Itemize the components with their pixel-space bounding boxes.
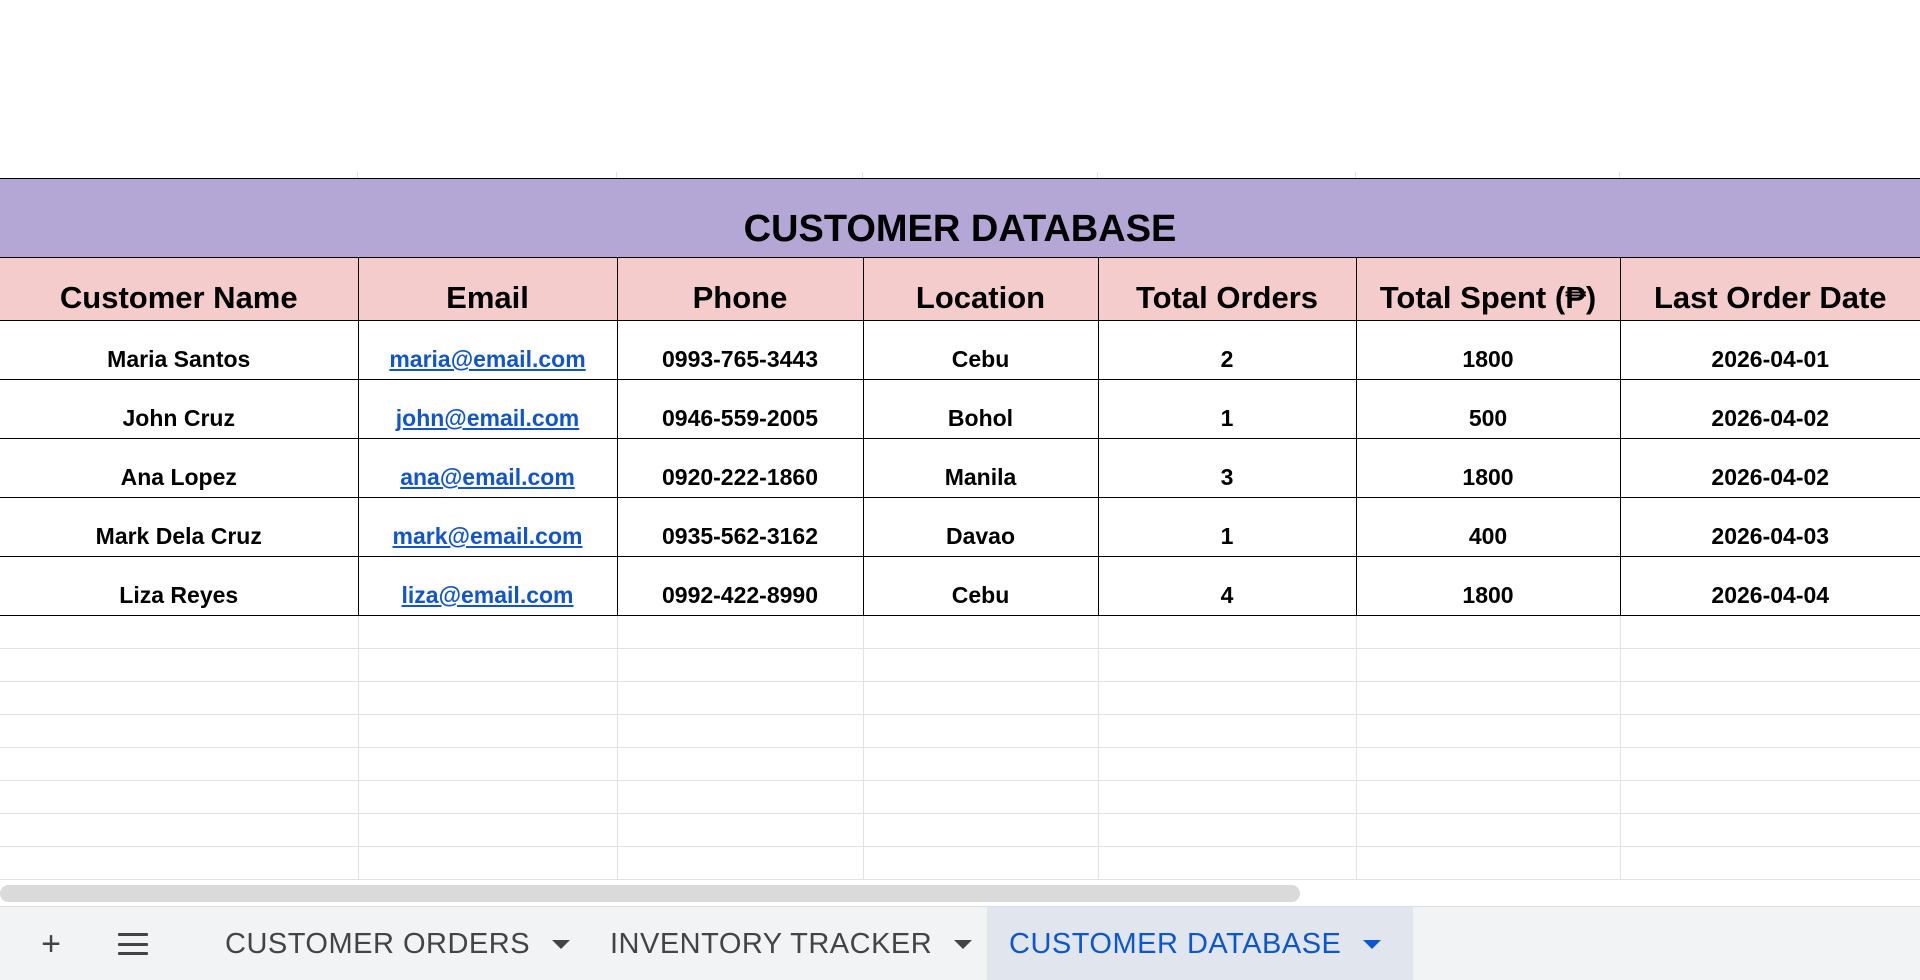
empty-row [0, 714, 1920, 748]
cell-total-spent[interactable]: 500 [1356, 379, 1621, 439]
plus-icon: + [41, 924, 61, 963]
table-row: John Cruz john@email.com 0946-559-2005 B… [0, 379, 1920, 439]
cell-phone[interactable]: 0920-222-1860 [617, 438, 864, 498]
horizontal-scrollbar[interactable] [0, 880, 1920, 906]
cell-phone[interactable]: 0946-559-2005 [617, 379, 864, 439]
header-phone[interactable]: Phone [617, 257, 864, 321]
header-total-orders[interactable]: Total Orders [1098, 257, 1357, 321]
add-sheet-button[interactable]: + [21, 907, 81, 980]
header-row: Customer Name Email Phone Location Total… [0, 257, 1920, 321]
tab-label: INVENTORY TRACKER [610, 927, 933, 960]
cell-total-spent[interactable]: 1800 [1356, 556, 1621, 616]
empty-row [0, 846, 1920, 880]
header-last-order-date[interactable]: Last Order Date [1620, 257, 1920, 321]
cell-phone[interactable]: 0992-422-8990 [617, 556, 864, 616]
all-sheets-button[interactable] [103, 907, 163, 980]
tab-customer-database[interactable]: CUSTOMER DATABASE [987, 907, 1413, 980]
cell-location[interactable]: Manila [863, 438, 1099, 498]
cell-total-orders[interactable]: 4 [1098, 556, 1357, 616]
cell-phone[interactable]: 0935-562-3162 [617, 497, 864, 557]
table-row: Ana Lopez ana@email.com 0920-222-1860 Ma… [0, 438, 1920, 498]
cell-customer-name[interactable]: Mark Dela Cruz [0, 497, 359, 557]
cell-total-orders[interactable]: 1 [1098, 497, 1357, 557]
table-row: Maria Santos maria@email.com 0993-765-34… [0, 320, 1920, 380]
cell-email[interactable]: ana@email.com [358, 438, 618, 498]
email-link[interactable]: liza@email.com [402, 582, 574, 608]
email-link[interactable]: ana@email.com [400, 464, 575, 490]
cell-total-orders[interactable]: 3 [1098, 438, 1357, 498]
table-row: Mark Dela Cruz mark@email.com 0935-562-3… [0, 497, 1920, 557]
sheet-title[interactable]: CUSTOMER DATABASE [0, 178, 1920, 258]
header-location[interactable]: Location [863, 257, 1099, 321]
cell-phone[interactable]: 0993-765-3443 [617, 320, 864, 380]
header-customer-name[interactable]: Customer Name [0, 257, 359, 321]
empty-row [0, 681, 1920, 715]
caret-down-icon[interactable] [954, 939, 973, 949]
empty-row [0, 615, 1920, 649]
cell-location[interactable]: Cebu [863, 556, 1099, 616]
cell-location[interactable]: Davao [863, 497, 1099, 557]
empty-grid-area[interactable] [0, 0, 1920, 178]
caret-down-icon[interactable] [1363, 939, 1382, 949]
cell-last-order-date[interactable]: 2026-04-02 [1620, 379, 1920, 439]
cell-location[interactable]: Bohol [863, 379, 1099, 439]
cell-customer-name[interactable]: John Cruz [0, 379, 359, 439]
cell-email[interactable]: john@email.com [358, 379, 618, 439]
cell-total-orders[interactable]: 2 [1098, 320, 1357, 380]
caret-down-icon[interactable] [552, 939, 571, 949]
cell-customer-name[interactable]: Maria Santos [0, 320, 359, 380]
email-link[interactable]: john@email.com [396, 405, 579, 431]
scrollbar-thumb[interactable] [0, 885, 1300, 902]
cell-total-orders[interactable]: 1 [1098, 379, 1357, 439]
email-link[interactable]: maria@email.com [389, 346, 585, 372]
tab-customer-orders[interactable]: CUSTOMER ORDERS [203, 907, 592, 980]
empty-row [0, 648, 1920, 682]
cell-email[interactable]: liza@email.com [358, 556, 618, 616]
cell-total-spent[interactable]: 1800 [1356, 438, 1621, 498]
sheet-tab-bar: + CUSTOMER ORDERS INVENTORY TRACKER CUST… [0, 906, 1920, 980]
tab-label: CUSTOMER ORDERS [225, 927, 531, 960]
table-row: Liza Reyes liza@email.com 0992-422-8990 … [0, 556, 1920, 616]
sheet-grid: CUSTOMER DATABASE Customer Name Email Ph… [0, 178, 1920, 880]
cell-last-order-date[interactable]: 2026-04-02 [1620, 438, 1920, 498]
empty-row [0, 813, 1920, 847]
cell-customer-name[interactable]: Ana Lopez [0, 438, 359, 498]
cell-email[interactable]: maria@email.com [358, 320, 618, 380]
header-total-spent[interactable]: Total Spent (₱) [1356, 257, 1621, 321]
customer-table: CUSTOMER DATABASE Customer Name Email Ph… [0, 178, 1920, 880]
cell-total-spent[interactable]: 1800 [1356, 320, 1621, 380]
title-row: CUSTOMER DATABASE [0, 178, 1920, 258]
cell-location[interactable]: Cebu [863, 320, 1099, 380]
cell-last-order-date[interactable]: 2026-04-03 [1620, 497, 1920, 557]
cell-customer-name[interactable]: Liza Reyes [0, 556, 359, 616]
header-email[interactable]: Email [358, 257, 618, 321]
cell-last-order-date[interactable]: 2026-04-04 [1620, 556, 1920, 616]
spreadsheet-page: CUSTOMER DATABASE Customer Name Email Ph… [0, 0, 1920, 980]
tab-inventory-tracker[interactable]: INVENTORY TRACKER [588, 907, 994, 980]
cell-last-order-date[interactable]: 2026-04-01 [1620, 320, 1920, 380]
email-link[interactable]: mark@email.com [393, 523, 583, 549]
menu-icon [118, 933, 148, 955]
empty-row [0, 747, 1920, 781]
tab-label: CUSTOMER DATABASE [1009, 927, 1342, 960]
empty-row [0, 780, 1920, 814]
cell-email[interactable]: mark@email.com [358, 497, 618, 557]
cell-total-spent[interactable]: 400 [1356, 497, 1621, 557]
